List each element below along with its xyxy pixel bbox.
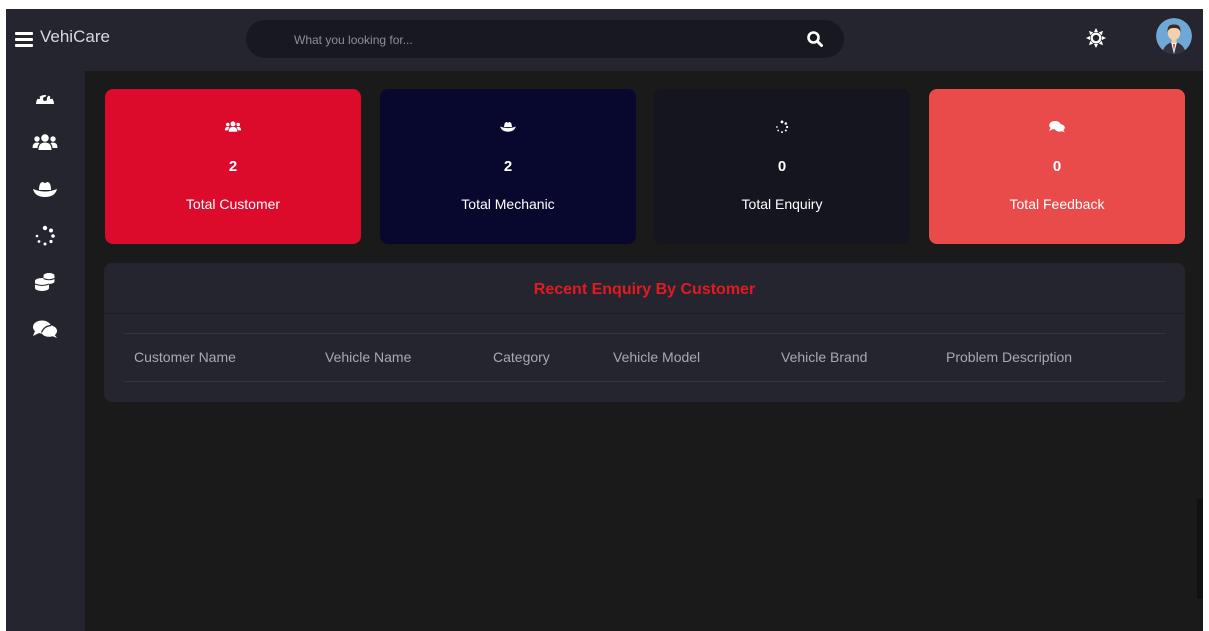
users-icon [224,121,242,132]
total-customer-value: 2 [228,158,238,175]
column-header-vehicle-brand: Vehicle Brand [781,349,868,365]
sidebar-item-customers[interactable] [28,127,62,157]
total-enquiry-value: 0 [777,158,787,175]
sun-icon[interactable] [1085,27,1107,49]
total-mechanic-value: 2 [503,158,513,175]
sidebar-item-feedback[interactable] [28,314,62,344]
sidebar-item-dashboard[interactable] [28,82,62,112]
menu-toggle-icon[interactable] [15,32,33,48]
comments-icon [33,320,57,338]
comments-icon [1049,120,1065,133]
sidebar-item-enquiries[interactable] [28,221,62,251]
hat-icon [33,182,57,197]
column-header-problem-description: Problem Description [946,349,1073,365]
table-header-bottom-border [123,381,1166,382]
spinner-icon [776,120,789,134]
user-avatar[interactable] [1156,18,1192,54]
recent-enquiry-title: Recent Enquiry By Customer [533,281,756,298]
table-header-top-border [123,333,1166,334]
app-window: VehiCare What you looking for... 2 Total… [6,9,1203,631]
total-enquiry-label: Total Enquiry [741,196,823,212]
total-mechanic-label: Total Mechanic [461,196,555,212]
total-feedback-label: Total Feedback [1009,196,1105,212]
sidebar-item-payments[interactable] [28,267,62,297]
card-total-mechanic[interactable]: 2 Total Mechanic [380,89,636,244]
users-icon [32,134,58,150]
total-feedback-value: 0 [1052,158,1062,175]
column-header-customer-name: Customer Name [134,349,236,365]
tachometer-icon [36,90,54,104]
card-total-customer[interactable]: 2 Total Customer [105,89,361,244]
card-total-feedback[interactable]: 0 Total Feedback [929,89,1185,244]
sidebar [6,71,85,631]
panel-divider [104,313,1185,314]
sidebar-item-mechanics[interactable] [28,174,62,204]
column-header-vehicle-name: Vehicle Name [325,349,412,365]
hat-icon [500,121,516,132]
search-bar [246,20,844,60]
search-icon[interactable] [804,28,826,50]
coins-icon [34,273,55,291]
total-customer-label: Total Customer [185,196,281,212]
recent-enquiry-panel: Recent Enquiry By Customer Customer Name… [104,263,1185,402]
page-scrollbar[interactable] [1197,499,1203,599]
column-header-category: Category [493,349,550,365]
card-total-enquiry[interactable]: 0 Total Enquiry [654,89,910,244]
column-header-vehicle-model: Vehicle Model [613,349,701,365]
top-bar: VehiCare [6,9,1203,71]
spinner-icon [35,225,55,246]
search-input[interactable] [292,20,766,60]
brand-name: VehiCare [40,27,110,46]
